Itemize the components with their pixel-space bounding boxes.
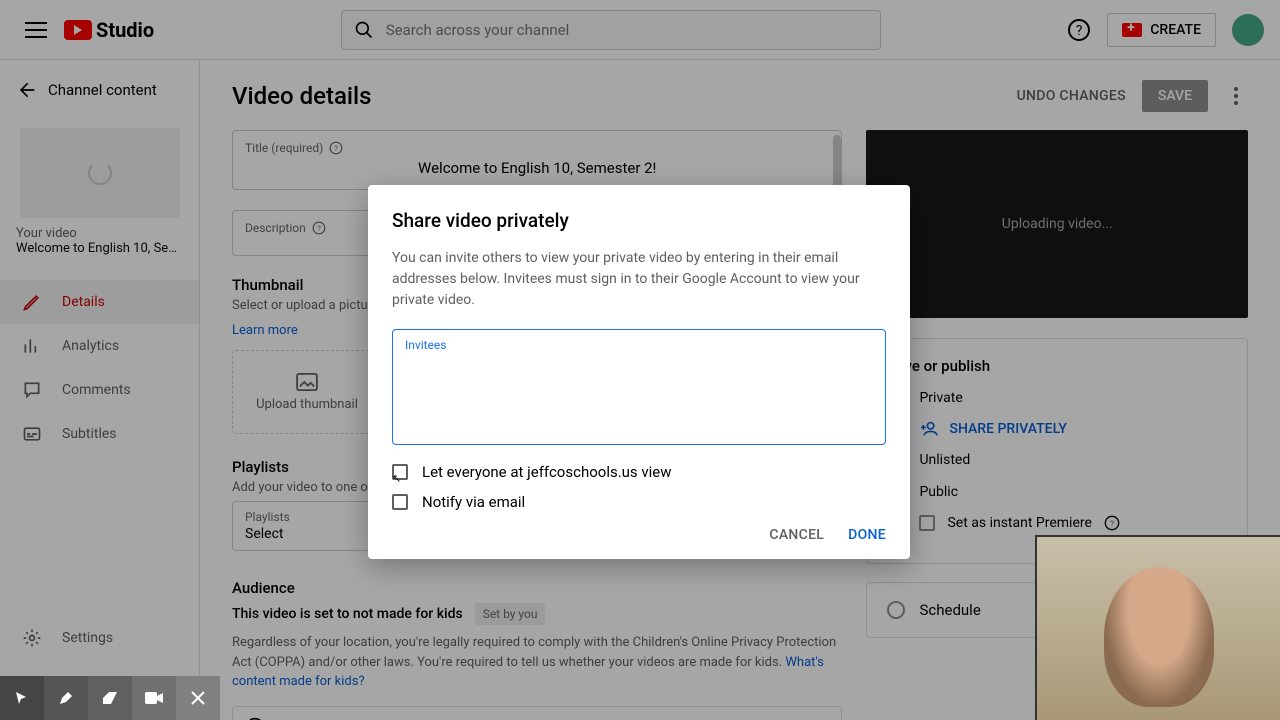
webcam-overlay — [1035, 535, 1280, 720]
eraser-tool[interactable] — [88, 676, 132, 720]
cursor-tool[interactable] — [0, 676, 44, 720]
invitees-input[interactable]: Invitees — [392, 329, 886, 445]
share-privately-modal: Share video privately You can invite oth… — [368, 185, 910, 559]
cancel-button[interactable]: CANCEL — [769, 527, 824, 543]
done-button[interactable]: DONE — [848, 527, 886, 543]
close-tool[interactable] — [176, 676, 220, 720]
modal-text: You can invite others to view your priva… — [392, 248, 886, 311]
camera-tool[interactable] — [132, 676, 176, 720]
invitees-label: Invitees — [405, 338, 873, 352]
let-everyone-checkbox[interactable]: ↖ Let everyone at jeffcoschools.us view — [392, 463, 886, 481]
notify-email-label: Notify via email — [422, 493, 525, 511]
notify-email-checkbox[interactable]: Notify via email — [392, 493, 886, 511]
checkbox-icon: ↖ — [392, 464, 408, 480]
modal-title: Share video privately — [392, 209, 886, 232]
screencast-toolbar — [0, 676, 220, 720]
checkbox-icon — [392, 494, 408, 510]
modal-actions: CANCEL DONE — [392, 527, 886, 543]
let-everyone-label: Let everyone at jeffcoschools.us view — [422, 463, 672, 481]
cursor-icon: ↖ — [392, 472, 401, 485]
pen-tool[interactable] — [44, 676, 88, 720]
